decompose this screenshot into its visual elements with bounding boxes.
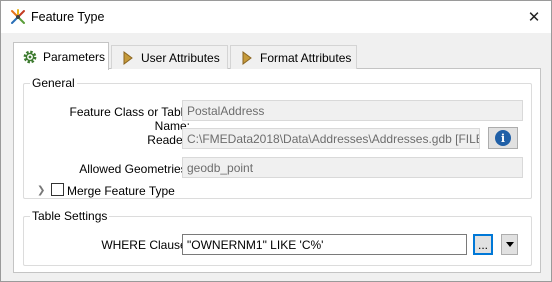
tab-user-attributes[interactable]: User Attributes <box>111 45 228 69</box>
where-dropdown-button[interactable] <box>501 234 518 255</box>
ellipsis-icon: ... <box>477 237 488 252</box>
feature-class-label: Feature Class or Table Name: <box>69 105 190 133</box>
chevron-right-icon[interactable]: ❯ <box>37 185 45 196</box>
where-clause-input[interactable]: "OWNERNM1" LIKE 'C%' <box>182 234 467 255</box>
fme-logo-icon <box>11 9 25 24</box>
tab-format-attributes-label: Format Attributes <box>260 50 352 65</box>
arrow-right-icon <box>123 50 133 65</box>
gear-icon <box>23 50 37 63</box>
close-button[interactable]: ✕ <box>523 6 545 28</box>
allowed-geometries-field: geodb_point <box>182 157 523 178</box>
feature-class-field: PostalAddress <box>182 100 523 121</box>
close-icon: ✕ <box>527 9 541 26</box>
general-group: General Feature Class or Table Name: Pos… <box>23 76 532 199</box>
where-clause-label: WHERE Clause: <box>101 238 190 252</box>
tab-parameters[interactable]: Parameters <box>13 42 109 70</box>
arrow-right-icon <box>242 50 252 65</box>
table-settings-group: Table Settings WHERE Clause: "OWNERNM1" … <box>23 209 532 266</box>
feature-type-dialog: Feature Type ✕ General Feature Class or … <box>0 0 552 282</box>
reader-field: C:\FMEData2018\Data\Addresses\Addresses.… <box>182 128 480 149</box>
title-bar[interactable]: Feature Type ✕ <box>1 1 551 33</box>
reader-label: Reader: <box>147 133 190 147</box>
tab-parameters-label: Parameters <box>43 49 106 64</box>
general-group-title: General <box>30 76 77 90</box>
merge-feature-type-label: Merge Feature Type <box>67 184 175 198</box>
table-settings-title: Table Settings <box>30 209 110 223</box>
reader-info-button[interactable]: i <box>488 127 518 149</box>
allowed-geometries-label: Allowed Geometries: <box>79 162 190 176</box>
chevron-down-icon <box>505 242 514 247</box>
tab-format-attributes[interactable]: Format Attributes <box>230 45 357 69</box>
parameters-panel: General Feature Class or Table Name: Pos… <box>13 68 541 273</box>
info-icon: i <box>495 130 511 146</box>
window-title: Feature Type <box>31 10 105 24</box>
browse-button[interactable]: ... <box>473 234 493 255</box>
merge-feature-type-checkbox[interactable] <box>51 183 64 196</box>
tab-user-attributes-label: User Attributes <box>141 50 220 65</box>
